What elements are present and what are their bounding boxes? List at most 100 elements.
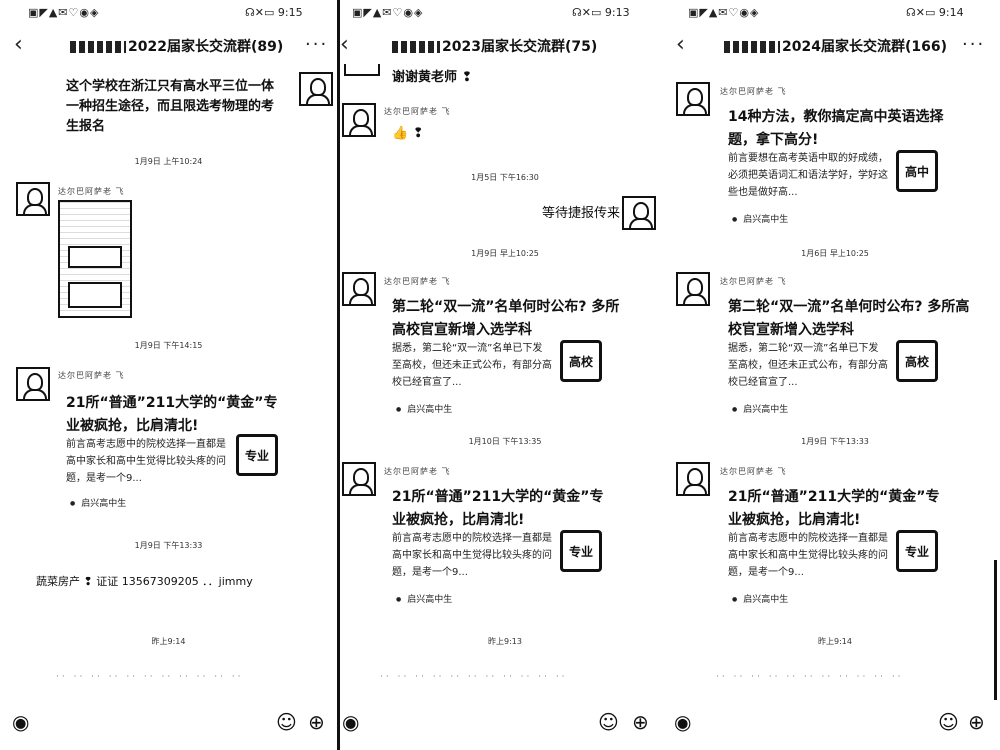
status-time: 9:13 bbox=[604, 6, 630, 19]
article-description: 前言高考志愿中的院校选择一直都是高中家长和高中生觉得比较头疼的问题，是考一个9.… bbox=[392, 533, 552, 578]
outgoing-message-text[interactable]: 这个学校在浙江只有高水平三位一体一种招生途径，而且限选考物理的考生报名 bbox=[66, 77, 284, 137]
status-bar-left-icons: ▣◤▲✉♡◉◈ bbox=[688, 6, 760, 19]
article-card[interactable]: 第二轮“双一流”名单何时公布? 多所高校官宣新增入选学科 据悉，第二轮“双一流”… bbox=[720, 294, 980, 422]
article-thumbnail: 专业 bbox=[560, 530, 602, 572]
article-title: 第二轮“双一流”名单何时公布? 多所高校官宣新增入选学科 bbox=[728, 299, 970, 338]
scrollbar[interactable] bbox=[994, 560, 997, 700]
emoji-icon[interactable]: ☺ bbox=[276, 710, 297, 734]
sender-name: 达尔巴阿萨老 飞 bbox=[384, 107, 451, 116]
plus-icon[interactable]: ⊕ bbox=[308, 710, 325, 734]
article-description: 据悉，第二轮“双一流”名单已下发至高校，但还未正式公布，有部分高校已经官宣了..… bbox=[392, 343, 552, 388]
shared-photo[interactable] bbox=[58, 200, 132, 318]
chat-title: 2022届家长交流群(89) bbox=[70, 36, 283, 56]
message-input[interactable]: ·· ·· ·· ·· ·· ·· ·· ·· ·· ·· ·· bbox=[380, 672, 568, 682]
sender-avatar[interactable] bbox=[676, 462, 710, 496]
article-card[interactable]: 21所“普通”211大学的“黄金”专业被疯抢，比肩清北! 前言高考志愿中的院校选… bbox=[720, 484, 970, 612]
status-bar-left-icons: ▣◤▲✉♡◉◈ bbox=[352, 6, 424, 19]
voice-icon[interactable]: ◉ bbox=[12, 710, 29, 734]
sender-avatar[interactable] bbox=[342, 272, 376, 306]
chat-panel-2024: ▣◤▲✉♡◉◈ ☊✕▭ 9:14 ‹ 2024届家长交流群(166) ··· 达… bbox=[670, 0, 1000, 750]
incoming-message-text[interactable]: 👍 ❢ bbox=[392, 124, 424, 144]
message-input[interactable]: ·· ·· ·· ·· ·· ·· ·· ·· ·· ·· ·· bbox=[56, 672, 244, 682]
emoji-icon[interactable]: ☺ bbox=[938, 710, 959, 734]
article-card[interactable]: 14种方法，教你搞定高中英语选择题，拿下高分! 前言要想在高考英语中取的好成绩，… bbox=[720, 104, 970, 232]
status-bar-right: ☊✕▭ 9:14 bbox=[906, 6, 964, 19]
timestamp: 1月9日 下午13:33 bbox=[801, 437, 869, 446]
sender-avatar[interactable] bbox=[16, 367, 50, 401]
sender-avatar[interactable] bbox=[342, 103, 376, 137]
timestamp: 昨上9:14 bbox=[151, 637, 186, 646]
sender-name: 达尔巴阿萨老 飞 bbox=[58, 187, 125, 196]
article-thumbnail: 高校 bbox=[896, 340, 938, 382]
article-thumbnail: 高校 bbox=[560, 340, 602, 382]
more-options-button[interactable]: ··· bbox=[305, 34, 328, 55]
status-bar-right: ☊✕▭ 9:15 bbox=[245, 6, 303, 19]
outgoing-message-text[interactable]: 等待捷报传来 bbox=[500, 204, 620, 224]
timestamp: 1月6日 早上10:25 bbox=[801, 249, 869, 258]
article-description: 前言要想在高考英语中取的好成绩，必须把英语词汇和语法学好，学好这些也是做好高..… bbox=[728, 153, 888, 198]
status-bar-left-icons: ▣◤▲✉♡◉◈ bbox=[28, 6, 100, 19]
sender-avatar[interactable] bbox=[676, 82, 710, 116]
article-source: 启兴高中生 bbox=[396, 402, 452, 415]
photo-content bbox=[68, 246, 122, 268]
incoming-message-text[interactable]: 蔬菜房产 ❢ 证证 13567309205 ．．jimmy bbox=[36, 572, 306, 592]
article-title: 21所“普通”211大学的“黄金”专业被疯抢，比肩清北! bbox=[728, 489, 940, 528]
redacted-name bbox=[392, 41, 440, 53]
back-button[interactable]: ‹ bbox=[676, 32, 685, 57]
back-button[interactable]: ‹ bbox=[340, 32, 349, 57]
self-avatar-partial bbox=[344, 64, 380, 76]
article-title: 21所“普通”211大学的“黄金”专业被疯抢，比肩清北! bbox=[392, 489, 604, 528]
status-icons: ☊✕▭ bbox=[572, 6, 602, 19]
timestamp: 1月5日 下午16:30 bbox=[471, 173, 539, 182]
timestamp: 1月9日 下午13:33 bbox=[134, 541, 203, 550]
outgoing-message-text[interactable]: 谢谢黄老师 ❢ bbox=[392, 68, 552, 88]
article-card[interactable]: 21所“普通”211大学的“黄金”专业被疯抢，比肩清北! 前言高考志愿中的院校选… bbox=[384, 484, 634, 612]
status-icons: ☊✕▭ bbox=[906, 6, 936, 19]
article-title: 第二轮“双一流”名单何时公布? 多所高校官宣新增入选学科 bbox=[392, 299, 620, 338]
article-title: 21所“普通”211大学的“黄金”专业被疯抢，比肩清北! bbox=[66, 395, 278, 434]
status-icons: ☊✕▭ bbox=[245, 6, 275, 19]
article-thumbnail: 专业 bbox=[896, 530, 938, 572]
article-card[interactable]: 第二轮“双一流”名单何时公布? 多所高校官宣新增入选学科 据悉，第二轮“双一流”… bbox=[384, 294, 634, 422]
more-options-button[interactable]: ··· bbox=[962, 34, 985, 55]
sender-name: 达尔巴阿萨老 飞 bbox=[720, 467, 787, 476]
self-avatar[interactable] bbox=[299, 72, 333, 106]
article-card[interactable]: 21所“普通”211大学的“黄金”专业被疯抢，比肩清北! 前言高考志愿中的院校选… bbox=[58, 388, 290, 516]
message-input[interactable]: ·· ·· ·· ·· ·· ·· ·· ·· ·· ·· ·· bbox=[716, 672, 904, 682]
timestamp: 1月10日 下午13:35 bbox=[468, 437, 542, 446]
article-description: 前言高考志愿中的院校选择一直都是高中家长和高中生觉得比较头疼的问题，是考一个9.… bbox=[728, 533, 888, 578]
plus-icon[interactable]: ⊕ bbox=[632, 710, 649, 734]
emoji-icon[interactable]: ☺ bbox=[598, 710, 619, 734]
article-thumbnail: 高中 bbox=[896, 150, 938, 192]
photo-content bbox=[68, 282, 122, 308]
article-source: 启兴高中生 bbox=[396, 592, 452, 605]
voice-icon[interactable]: ◉ bbox=[674, 710, 691, 734]
sender-name: 达尔巴阿萨老 飞 bbox=[384, 467, 451, 476]
timestamp: 昨上9:14 bbox=[818, 637, 852, 646]
chat-title: 2023届家长交流群(75) bbox=[392, 36, 597, 56]
timestamp: 1月9日 上午10:24 bbox=[134, 157, 203, 166]
sender-name: 达尔巴阿萨老 飞 bbox=[720, 87, 787, 96]
article-source: 启兴高中生 bbox=[70, 496, 126, 509]
sender-avatar[interactable] bbox=[676, 272, 710, 306]
article-thumbnail: 专业 bbox=[236, 434, 278, 476]
timestamp: 1月9日 早上10:25 bbox=[471, 249, 539, 258]
status-bar-right: ☊✕▭ 9:13 bbox=[572, 6, 630, 19]
chat-panel-2022: ▣◤▲✉♡◉◈ ☊✕▭ 9:15 ‹ 2022届家长交流群(89) ··· 这个… bbox=[0, 0, 337, 750]
voice-icon[interactable]: ◉ bbox=[342, 710, 359, 734]
redacted-name bbox=[724, 41, 780, 53]
chat-panel-2023: ▣◤▲✉♡◉◈ ☊✕▭ 9:13 ‹ 2023届家长交流群(75) 谢谢黄老师 … bbox=[340, 0, 670, 750]
sender-avatar[interactable] bbox=[16, 182, 50, 216]
plus-icon[interactable]: ⊕ bbox=[968, 710, 985, 734]
back-button[interactable]: ‹ bbox=[14, 32, 23, 57]
article-source: 启兴高中生 bbox=[732, 592, 788, 605]
redacted-name bbox=[70, 41, 126, 53]
sender-avatar[interactable] bbox=[342, 462, 376, 496]
self-avatar[interactable] bbox=[622, 196, 656, 230]
sender-name: 达尔巴阿萨老 飞 bbox=[384, 277, 451, 286]
article-source: 启兴高中生 bbox=[732, 402, 788, 415]
timestamp: 1月9日 下午14:15 bbox=[134, 341, 203, 350]
article-title: 14种方法，教你搞定高中英语选择题，拿下高分! bbox=[728, 109, 944, 148]
sender-name: 达尔巴阿萨老 飞 bbox=[720, 277, 787, 286]
article-source: 启兴高中生 bbox=[732, 212, 788, 225]
